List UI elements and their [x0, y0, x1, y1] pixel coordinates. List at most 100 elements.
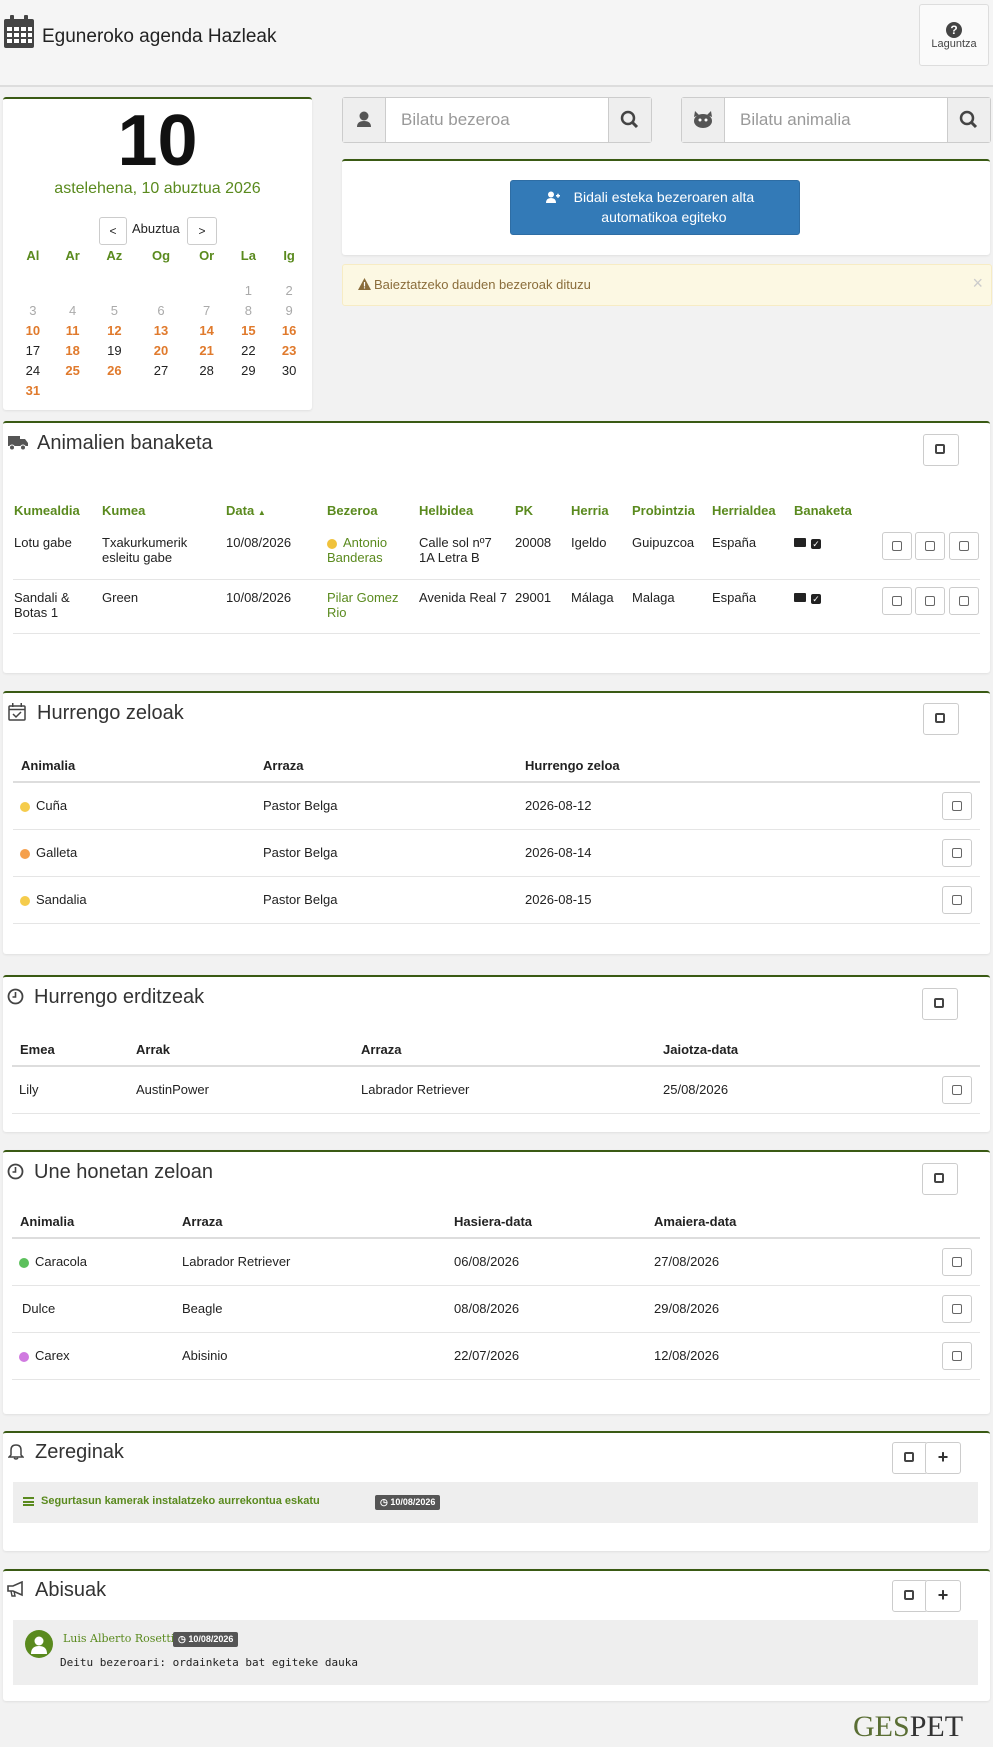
notice-author[interactable]: Luis Alberto Rosetti	[63, 1632, 174, 1645]
prev-month-button[interactable]: <	[99, 217, 127, 245]
expand-button[interactable]	[922, 988, 958, 1020]
calendar-day[interactable]: 16	[269, 320, 309, 340]
notify-button[interactable]	[915, 532, 946, 560]
next-births-title: Hurrengo erditzeak	[34, 986, 205, 1008]
month-calendar: Al Ar Az Og Or La Ig 1 2 3 4 5 6 7 8 9 10 11 12 13 14 15 16 17…	[13, 248, 309, 400]
calendar-day[interactable]: 15	[228, 320, 270, 340]
calendar-day[interactable]: 6	[136, 300, 186, 320]
calendar-day[interactable]: 28	[186, 360, 228, 380]
heat-date: 2026-08-14	[525, 845, 592, 860]
calendar-day[interactable]: 24	[13, 360, 53, 380]
delivery-button[interactable]	[949, 586, 979, 615]
calendar-day[interactable]: 22	[228, 340, 270, 360]
col-arraza: Arraza	[263, 758, 304, 773]
edit-button[interactable]	[942, 885, 972, 914]
col-kumealdia[interactable]: Kumealdia	[13, 495, 101, 525]
town-cell: Igeldo	[571, 535, 607, 550]
calendar-day[interactable]: 13	[136, 320, 186, 340]
notify-button[interactable]	[915, 586, 946, 615]
col-animalia: Animalia	[21, 758, 76, 773]
calendar-day[interactable]: 10	[13, 320, 53, 340]
col-herria[interactable]: Herria	[570, 495, 631, 525]
table-row: Caracola Labrador Retriever 06/08/2026 27/0…	[12, 1238, 980, 1285]
calendar-day[interactable]: 7	[186, 300, 228, 320]
calendar-day[interactable]: 18	[53, 340, 93, 360]
col-helbidea[interactable]: Helbidea	[418, 495, 514, 525]
client-link[interactable]: Pilar Gomez Rio	[327, 590, 399, 620]
male-name: AustinPower	[136, 1082, 209, 1098]
col-probintzia[interactable]: Probintzia	[631, 495, 711, 525]
animal-search[interactable]: Bilatu animalia	[681, 97, 991, 143]
expand-icon	[935, 713, 945, 723]
document-button[interactable]	[881, 586, 912, 615]
task-item[interactable]: Segurtasun kamerak instalatzeko aurrekon…	[13, 1482, 978, 1523]
col-data[interactable]: Data ▲	[225, 495, 326, 525]
province-cell: Malaga	[632, 589, 675, 605]
calendar-day[interactable]: 2	[269, 280, 309, 300]
edit-button[interactable]	[942, 1247, 972, 1276]
col-bezeroa[interactable]: Bezeroa	[326, 495, 418, 525]
col-herrialdea[interactable]: Herrialdea	[711, 495, 793, 525]
calendar-day[interactable]: 31	[13, 380, 53, 400]
search-icon[interactable]	[947, 98, 990, 142]
calendar-day[interactable]: 30	[269, 360, 309, 380]
expand-icon	[935, 444, 945, 454]
calendar-day[interactable]: 26	[93, 360, 137, 380]
table-row: Lotu gabe Txakurkumerik esleitu gabe 10/08…	[13, 525, 980, 579]
edit-button[interactable]	[942, 791, 972, 820]
edit-button[interactable]	[942, 1075, 972, 1104]
add-task-button[interactable]: +	[925, 1442, 961, 1474]
calendar-day[interactable]: 21	[186, 340, 228, 360]
send-signup-link-button[interactable]: Bidali esteka bezeroaren alta automatiko…	[510, 180, 800, 235]
expand-button[interactable]	[923, 703, 959, 735]
calendar-day[interactable]: 3	[13, 300, 53, 320]
calendar-day[interactable]: 17	[13, 340, 53, 360]
checkbox-checked-icon: ✓	[811, 539, 821, 549]
calendar-day[interactable]: 29	[228, 360, 270, 380]
calendar-day[interactable]: 14	[186, 320, 228, 340]
next-month-button[interactable]: >	[187, 217, 217, 245]
expand-button[interactable]	[892, 1580, 928, 1612]
edit-icon	[952, 847, 962, 858]
client-search[interactable]: Bilatu bezeroa	[342, 97, 652, 143]
document-button[interactable]	[881, 532, 912, 560]
calendar-day[interactable]: 12	[93, 320, 137, 340]
client-link[interactable]: Antonio Banderas	[327, 535, 387, 565]
calendar-day[interactable]: 27	[136, 360, 186, 380]
expand-button[interactable]	[923, 434, 959, 466]
puppy-cell: Green	[102, 589, 139, 605]
help-button[interactable]: ? Laguntza	[919, 4, 989, 66]
calendar-day[interactable]: 5	[93, 300, 137, 320]
calendar-day[interactable]: 11	[53, 320, 93, 340]
calendar-day[interactable]: 23	[269, 340, 309, 360]
edit-button[interactable]	[942, 1341, 972, 1370]
col-pk[interactable]: PK	[514, 495, 570, 525]
search-icon[interactable]	[608, 98, 651, 142]
task-text[interactable]: Segurtasun kamerak instalatzeko aurrekon…	[41, 1495, 320, 1507]
calendar-day[interactable]: 1	[228, 280, 270, 300]
edit-button[interactable]	[942, 838, 972, 867]
edit-button[interactable]	[942, 1294, 972, 1323]
close-icon[interactable]: ×	[972, 273, 983, 294]
calendar-day[interactable]: 19	[93, 340, 137, 360]
female-name: Lily	[19, 1082, 39, 1098]
add-notice-button[interactable]: +	[925, 1580, 961, 1612]
delivery-button[interactable]	[949, 532, 979, 560]
expand-button[interactable]	[892, 1442, 928, 1474]
col-kumea[interactable]: Kumea	[101, 495, 225, 525]
calendar-day[interactable]: 25	[53, 360, 93, 380]
country-cell: España	[712, 535, 757, 550]
calendar-day[interactable]: 20	[136, 340, 186, 360]
calendar-day[interactable]: 8	[228, 300, 270, 320]
calendar-day[interactable]: 9	[269, 300, 309, 320]
puppy-cell: Txakurkumerik esleitu gabe	[102, 535, 188, 565]
expand-button[interactable]	[922, 1163, 958, 1195]
calendar-day[interactable]: 4	[53, 300, 93, 320]
tasks-title: Zereginak	[35, 1441, 124, 1463]
end-date: 29/08/2026	[654, 1301, 720, 1316]
animal-name: Galleta	[36, 845, 78, 860]
user-icon	[343, 98, 386, 142]
client-search-placeholder: Bilatu bezeroa	[401, 110, 510, 129]
col-banaketa[interactable]: Banaketa	[793, 495, 875, 525]
alert-text: Baieztatzeko dauden bezeroak dituzu	[374, 277, 591, 292]
